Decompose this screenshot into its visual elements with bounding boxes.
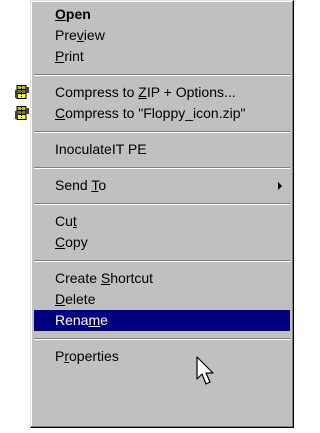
menu-item-compress-floppy[interactable]: Compress to "Floppy_icon.zip" bbox=[15, 103, 290, 124]
menu-separator bbox=[34, 167, 290, 169]
menu-item-cut-label: Cut bbox=[55, 213, 77, 229]
menu-item-delete-label: Delete bbox=[55, 291, 96, 307]
menu-separator bbox=[34, 203, 290, 205]
menu-item-preview-label: Preview bbox=[55, 27, 105, 43]
zip-archive-icon bbox=[15, 85, 29, 99]
menu-item-copy[interactable]: Copy bbox=[34, 232, 290, 253]
menu-item-rename[interactable]: Rename bbox=[34, 310, 290, 331]
menu-item-delete[interactable]: Delete bbox=[34, 289, 290, 310]
menu-item-create-shortcut[interactable]: Create Shortcut bbox=[34, 268, 290, 289]
menu-separator bbox=[34, 131, 290, 133]
menu-item-rename-label: Rename bbox=[55, 312, 108, 328]
menu-separator bbox=[34, 260, 290, 262]
menu-separator bbox=[34, 338, 290, 340]
zip-archive-icon bbox=[15, 106, 29, 120]
menu-item-print[interactable]: Print bbox=[34, 46, 290, 67]
menu-separator bbox=[34, 74, 290, 76]
context-menu: Open Preview Print Compress to ZIP + Opt… bbox=[15, 0, 294, 428]
menu-item-properties-label: Properties bbox=[55, 348, 119, 364]
menu-item-cut[interactable]: Cut bbox=[34, 211, 290, 232]
menu-item-compress-options[interactable]: Compress to ZIP + Options... bbox=[15, 82, 290, 103]
menu-item-open-label: Open bbox=[55, 6, 91, 22]
menu-item-create-shortcut-label: Create Shortcut bbox=[55, 270, 154, 286]
menu-item-copy-label: Copy bbox=[55, 234, 88, 250]
menu-item-properties[interactable]: Properties bbox=[34, 346, 290, 367]
menu-item-compress-options-label: Compress to ZIP + Options... bbox=[55, 84, 236, 100]
menu-item-send-to-label: Send To bbox=[55, 177, 107, 193]
menu-item-compress-floppy-label: Compress to "Floppy_icon.zip" bbox=[55, 105, 246, 121]
menu-item-preview[interactable]: Preview bbox=[34, 25, 290, 46]
menu-item-inoculateit[interactable]: InoculateIT PE bbox=[34, 139, 290, 160]
submenu-arrow-icon bbox=[278, 182, 282, 190]
menu-item-print-label: Print bbox=[55, 48, 84, 64]
menu-item-send-to[interactable]: Send To bbox=[34, 175, 290, 196]
menu-item-inoculateit-label: InoculateIT PE bbox=[55, 141, 147, 157]
arrow-pointer-icon bbox=[196, 356, 214, 385]
menu-item-open[interactable]: Open bbox=[34, 4, 290, 25]
